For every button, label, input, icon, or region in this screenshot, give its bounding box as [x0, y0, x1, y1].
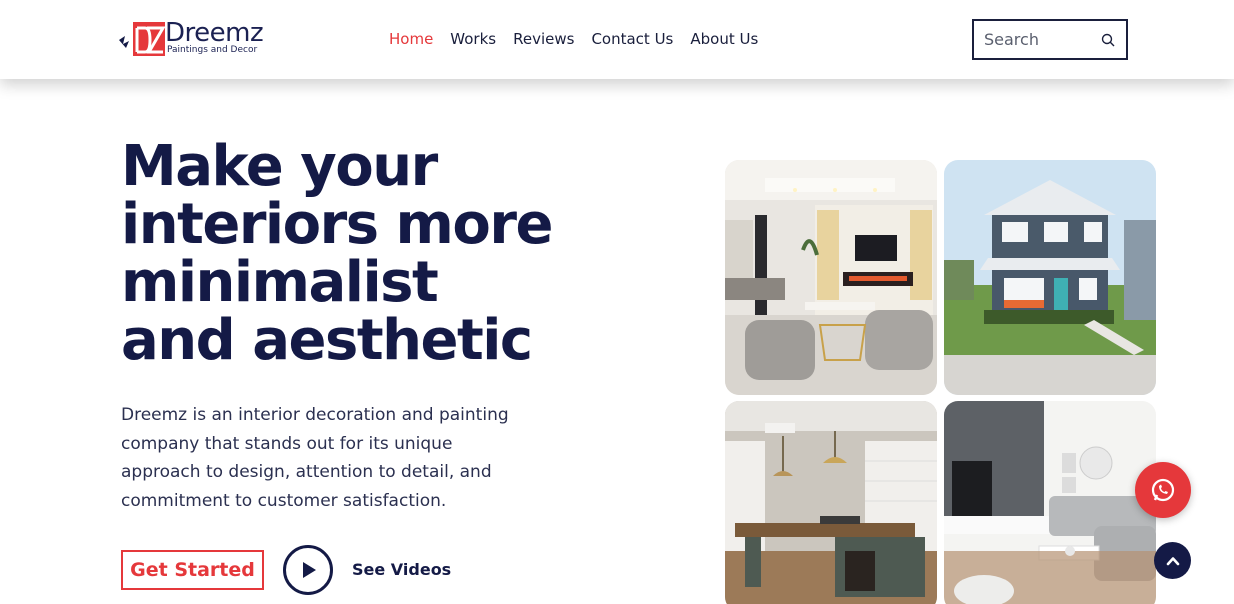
play-video-button[interactable]	[283, 545, 333, 595]
logo-mark-icon	[119, 22, 166, 56]
nav-contact-link[interactable]: Contact Us	[591, 29, 673, 49]
office-room-photo	[725, 401, 937, 604]
main-nav: Home Works Reviews Contact Us About Us	[389, 29, 775, 49]
chevron-up-icon	[1166, 556, 1179, 565]
hero-description: Dreemz is an interior decoration and pai…	[121, 405, 509, 511]
search-icon[interactable]	[1098, 30, 1118, 50]
hero-title-line-4: and aesthetic	[121, 308, 533, 373]
back-to-top-button[interactable]	[1154, 542, 1191, 579]
blue-house-exterior-photo	[944, 160, 1156, 395]
site-header: Dreemz Paintings and Decor Home Works Re…	[0, 0, 1234, 79]
get-started-button[interactable]: Get Started	[121, 550, 264, 590]
living-room-fireplace-photo	[725, 160, 937, 395]
brand-tagline: Paintings and Decor	[167, 45, 258, 55]
whatsapp-icon	[1151, 478, 1175, 502]
nav-reviews-link[interactable]: Reviews	[513, 29, 574, 49]
hero-title-line-2: interiors more	[121, 192, 553, 257]
play-icon	[303, 562, 316, 578]
nav-home-link[interactable]: Home	[389, 29, 433, 49]
hero-title: Make your interiors more minimalist and …	[121, 138, 641, 370]
brand-logo[interactable]: Dreemz Paintings and Decor	[117, 18, 277, 58]
hero-title-line-1: Make your	[121, 134, 438, 199]
search-box	[972, 19, 1128, 60]
grey-sofa-living-room-photo	[944, 401, 1156, 604]
whatsapp-button[interactable]	[1135, 462, 1191, 518]
nav-works-link[interactable]: Works	[450, 29, 496, 49]
brand-name: Dreemz	[165, 18, 264, 48]
nav-about-link[interactable]: About Us	[690, 29, 758, 49]
see-videos-link[interactable]: See Videos	[352, 560, 451, 579]
hero-title-line-3: minimalist	[121, 250, 439, 315]
search-input[interactable]	[974, 21, 1092, 58]
